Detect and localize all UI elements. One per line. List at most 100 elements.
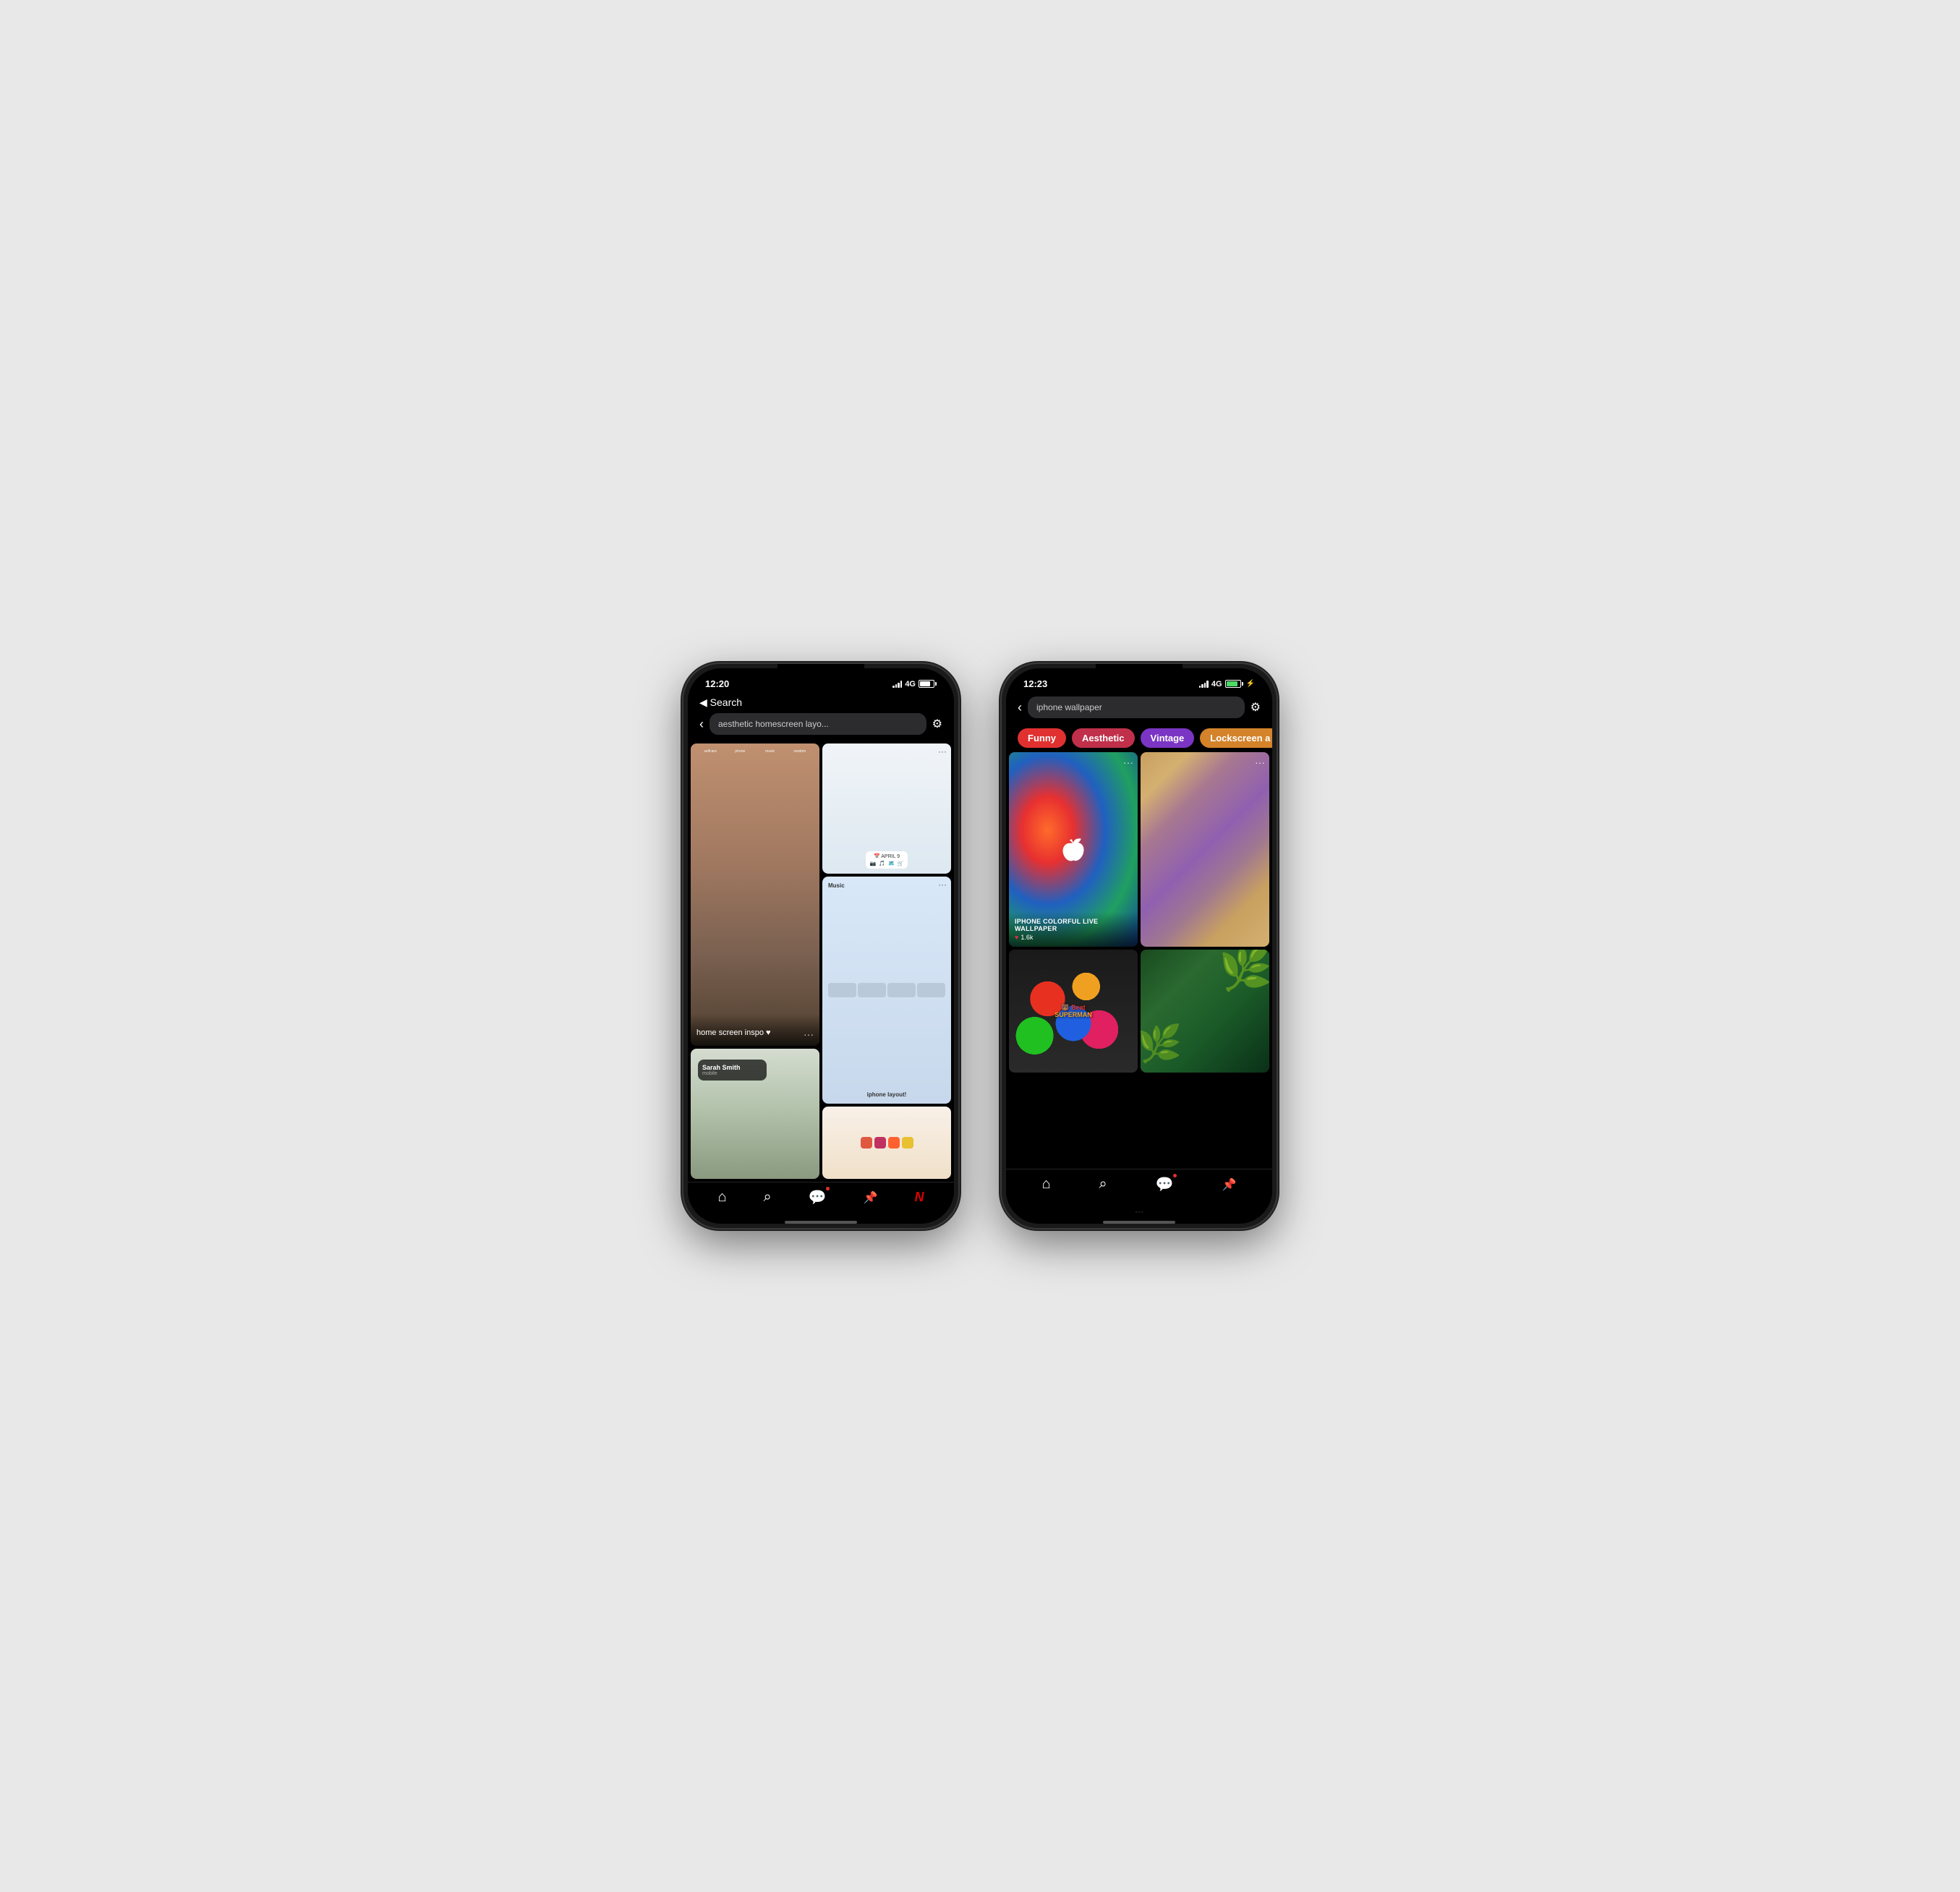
like-count-colorful: 1.6k xyxy=(1021,934,1033,941)
phone2-frame: 12:23 4G ⚡ xyxy=(1002,664,1277,1228)
post-ios-widget[interactable]: 📅 APRIL 9 📷🎵🗺️🛒 ··· xyxy=(822,743,951,874)
nav-messages[interactable]: 💬 xyxy=(809,1188,827,1206)
search-icon: ⌕ xyxy=(764,1189,772,1206)
phonehand-image: Sarah Smith mobile xyxy=(691,1049,819,1179)
charging-bolt: ⚡ xyxy=(1246,680,1255,688)
phone1-content: 12:20 4G xyxy=(688,668,954,1224)
wallpaper-colorful[interactable]: IPHONE COLORFUL LIVE WALLPAPER ♥ 1.6k ··… xyxy=(1009,752,1138,947)
phone1: 12:20 4G xyxy=(683,664,958,1228)
search-input-text[interactable]: aesthetic homescreen layo... xyxy=(718,719,829,729)
back-button[interactable]: ‹ xyxy=(699,717,704,732)
bottom-nav: ⌂ ⌕ 💬 📌 N xyxy=(688,1182,954,1218)
nav-pin[interactable]: 📌 xyxy=(864,1190,878,1205)
battery-icon xyxy=(919,680,937,688)
tag-funny[interactable]: Funny xyxy=(1018,728,1066,748)
post-phonehand[interactable]: Sarah Smith mobile xyxy=(691,1049,819,1179)
network-type-2: 4G xyxy=(1211,680,1222,689)
colorful-label: IPHONE COLORFUL LIVE WALLPAPER ♥ 1.6k xyxy=(1009,912,1138,947)
search-nav-2: ‹ iphone wallpaper ⚙ xyxy=(1006,694,1272,724)
messages-dot-2 xyxy=(1173,1174,1177,1177)
post-ios3[interactable] xyxy=(822,1107,951,1179)
back-search-label[interactable]: ◀ Search xyxy=(699,696,742,708)
bottom-nav-2: ⌂ ⌕ 💬 📌 xyxy=(1006,1169,1272,1205)
battery-tip xyxy=(935,682,937,686)
time-display-2: 12:23 xyxy=(1023,678,1047,689)
ios-widget-image: 📅 APRIL 9 📷🎵🗺️🛒 xyxy=(822,743,951,874)
top-nav: ◀ Search xyxy=(688,694,954,710)
status-right-2: 4G ⚡ xyxy=(1199,680,1255,689)
wallpaper-marble[interactable]: ··· xyxy=(1141,752,1269,947)
notch xyxy=(777,664,864,683)
widget-dots[interactable]: ··· xyxy=(938,746,947,757)
battery-fill xyxy=(920,681,930,686)
battery-body xyxy=(919,680,934,688)
phone2-screen: 12:23 4G ⚡ xyxy=(1006,668,1272,1224)
search-bar-2[interactable]: iphone wallpaper xyxy=(1028,696,1245,718)
home-icon-2: ⌂ xyxy=(1041,1176,1050,1193)
colorful-likes: ♥ 1.6k xyxy=(1015,934,1132,941)
ios3-image xyxy=(822,1107,951,1179)
wallpaper-stickers[interactable]: 🐻 Beat SUPERMAN xyxy=(1009,950,1138,1073)
search-bar[interactable]: aesthetic homescreen layo... xyxy=(710,713,926,735)
post-homescreen[interactable]: selfcare phone music random ··· home scr… xyxy=(691,743,819,1046)
nav-search[interactable]: ⌕ xyxy=(764,1189,772,1206)
post-label: ··· home screen inspo ♥ xyxy=(691,1014,819,1046)
filter-button[interactable]: ⚙ xyxy=(932,717,942,731)
nav-home[interactable]: ⌂ xyxy=(717,1189,726,1206)
tropical-image xyxy=(1141,950,1269,1073)
content-area: selfcare phone music random ··· home scr… xyxy=(688,741,954,1182)
homescreen-image: selfcare phone music random xyxy=(691,743,819,1046)
notch2 xyxy=(1096,664,1183,683)
nav2-search[interactable]: ⌕ xyxy=(1099,1176,1107,1193)
signal-bars xyxy=(892,681,902,688)
back-button-2[interactable]: ‹ xyxy=(1018,700,1022,715)
home-indicator-2 xyxy=(1103,1221,1175,1224)
heart-icon-colorful: ♥ xyxy=(1015,934,1018,941)
messages-icon: 💬 xyxy=(809,1188,827,1206)
marble-image xyxy=(1141,752,1269,947)
phone1-screen: 12:20 4G xyxy=(688,668,954,1224)
network-type: 4G xyxy=(905,680,916,689)
pin-icon-2: 📌 xyxy=(1222,1177,1237,1192)
stickers-image: 🐻 Beat SUPERMAN xyxy=(1009,950,1138,1073)
signal-bars-2 xyxy=(1199,681,1209,688)
nav-netflix[interactable]: N xyxy=(914,1190,924,1205)
tag-aesthetic[interactable]: Aesthetic xyxy=(1072,728,1135,748)
home-indicator xyxy=(785,1221,857,1224)
wallpaper-grid: IPHONE COLORFUL LIVE WALLPAPER ♥ 1.6k ··… xyxy=(1006,752,1272,1169)
nav2-pin[interactable]: 📌 xyxy=(1222,1177,1237,1192)
colorful-title: IPHONE COLORFUL LIVE WALLPAPER xyxy=(1015,918,1132,932)
battery-fill-2 xyxy=(1227,681,1237,686)
layout-dots[interactable]: ··· xyxy=(938,879,947,890)
battery-icon-2 xyxy=(1225,680,1243,688)
right-column: 📅 APRIL 9 📷🎵🗺️🛒 ··· xyxy=(822,743,951,1179)
post-ios-layout[interactable]: Music iphone layout! ··· xyxy=(822,877,951,1104)
more-options-dots[interactable]: ··· xyxy=(804,1028,814,1040)
battery-tip-2 xyxy=(1242,682,1243,686)
marble-more-dots[interactable]: ··· xyxy=(1255,757,1265,768)
wallpaper-tropical[interactable] xyxy=(1141,950,1269,1073)
tags-row: Funny Aesthetic Vintage Lockscreen a xyxy=(1006,724,1272,752)
time-display: 12:20 xyxy=(705,678,729,689)
more-dots-bar: ··· xyxy=(1006,1205,1272,1218)
phone2-content: 12:23 4G ⚡ xyxy=(1006,668,1272,1224)
search-icon-2: ⌕ xyxy=(1099,1176,1107,1193)
netflix-icon: N xyxy=(914,1190,924,1205)
phone2: 12:23 4G ⚡ xyxy=(1002,664,1277,1228)
post-title: home screen inspo ♥ xyxy=(696,1028,814,1037)
nav2-messages[interactable]: 💬 xyxy=(1156,1175,1174,1193)
home-icon: ⌂ xyxy=(717,1189,726,1206)
status-right: 4G xyxy=(892,680,937,689)
messages-dot xyxy=(826,1187,830,1190)
tag-vintage[interactable]: Vintage xyxy=(1141,728,1195,748)
filter-button-2[interactable]: ⚙ xyxy=(1250,700,1261,715)
messages-icon-2: 💬 xyxy=(1156,1175,1174,1193)
tag-lockscreen[interactable]: Lockscreen a xyxy=(1200,728,1272,748)
colorful-more-dots[interactable]: ··· xyxy=(1123,757,1133,768)
left-column: selfcare phone music random ··· home scr… xyxy=(691,743,819,1179)
search-nav: ‹ aesthetic homescreen layo... ⚙ xyxy=(688,710,954,741)
battery-body-2 xyxy=(1225,680,1241,688)
nav2-home[interactable]: ⌂ xyxy=(1041,1176,1050,1193)
search-input-text-2[interactable]: iphone wallpaper xyxy=(1036,702,1102,712)
ios-layout-image: Music iphone layout! xyxy=(822,877,951,1104)
